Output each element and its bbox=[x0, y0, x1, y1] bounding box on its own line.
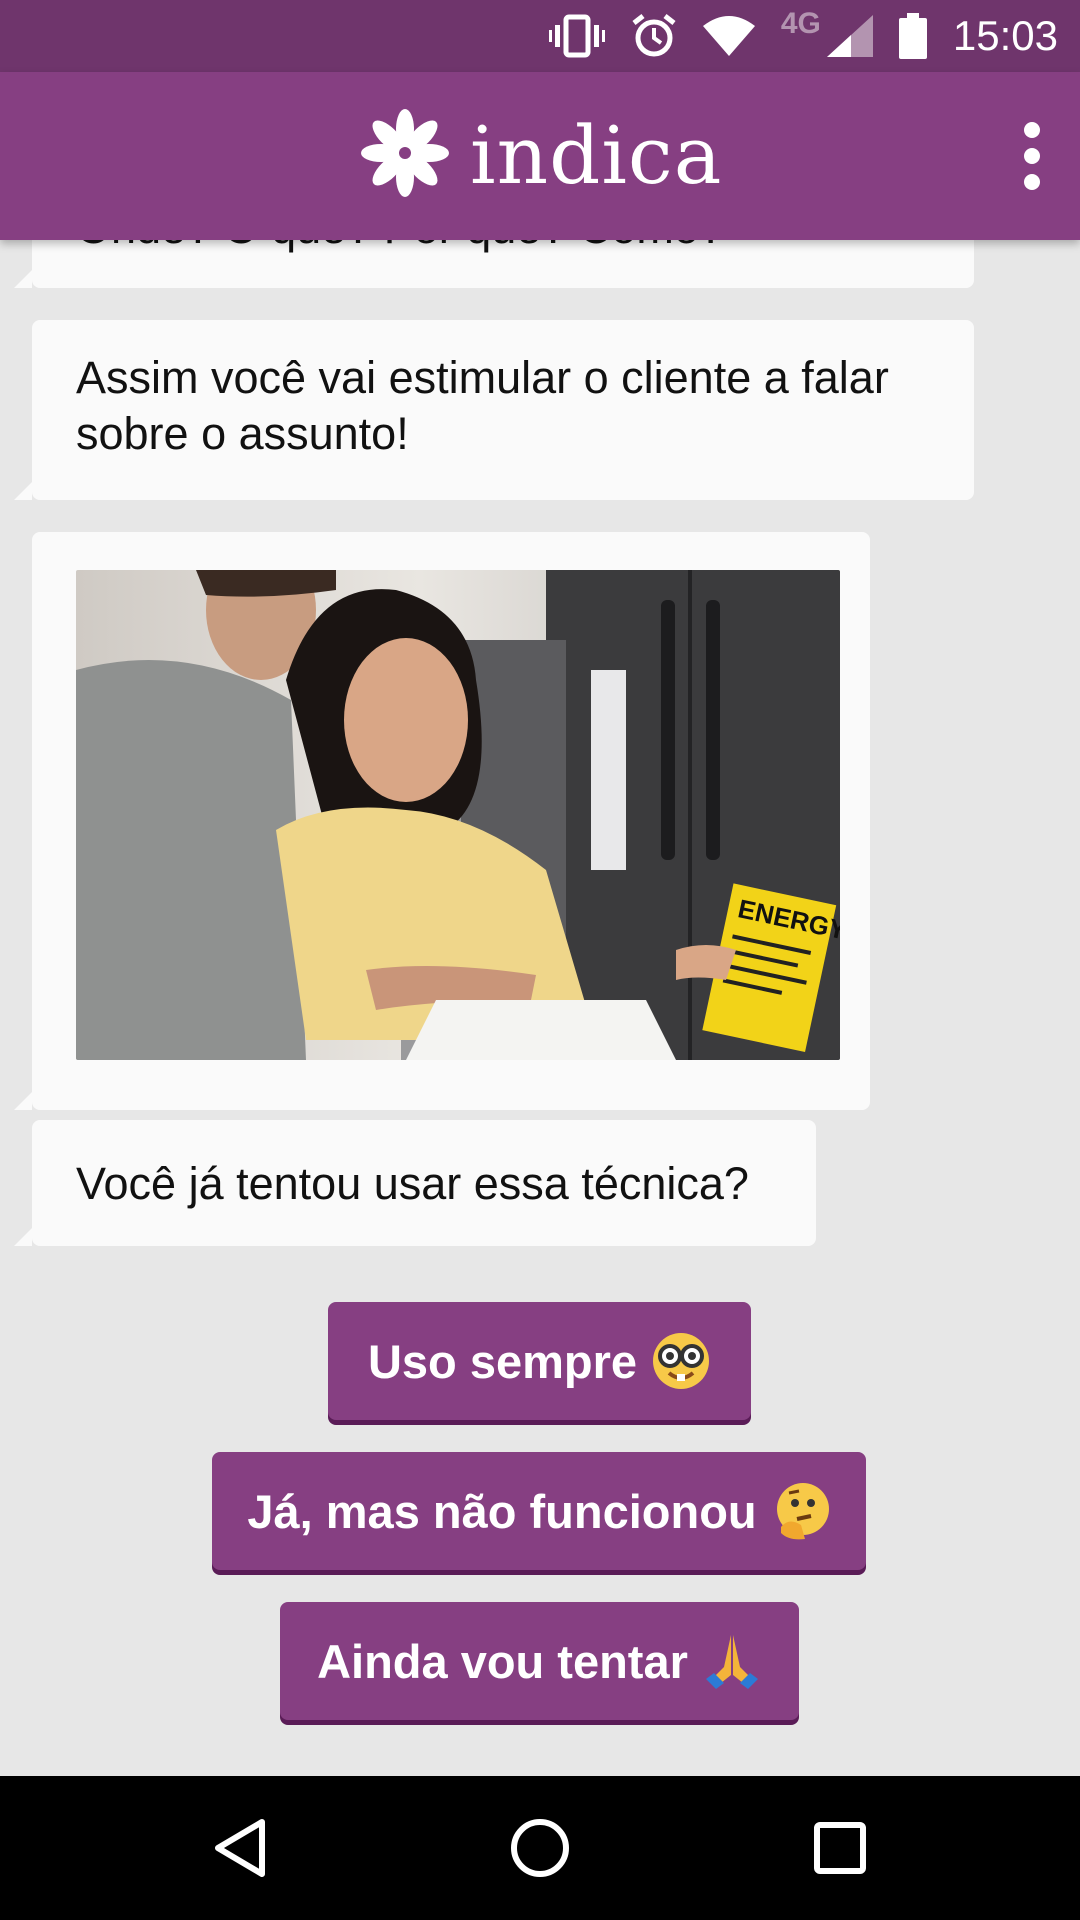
home-button[interactable] bbox=[460, 1776, 620, 1920]
navigation-bar bbox=[0, 1776, 1080, 1920]
alarm-icon bbox=[631, 13, 677, 59]
folded-hands-emoji-icon bbox=[702, 1631, 762, 1691]
recents-icon bbox=[814, 1822, 866, 1874]
chat-message-question: Você já tentou usar essa técnica? bbox=[14, 1120, 816, 1246]
message-text: Você já tentou usar essa técnica? bbox=[76, 1158, 749, 1209]
brand-name: indica bbox=[470, 108, 723, 202]
chat-message-2: Assim você vai estimular o cliente a fal… bbox=[14, 320, 974, 500]
quick-reply-uso-sempre[interactable]: Uso sempre bbox=[328, 1302, 751, 1420]
thinking-face-emoji-icon bbox=[771, 1481, 831, 1541]
recents-button[interactable] bbox=[760, 1776, 920, 1920]
home-icon bbox=[511, 1819, 569, 1877]
back-icon bbox=[215, 1819, 265, 1877]
vibrate-icon bbox=[548, 14, 605, 58]
message-text: Assim você vai estimular o cliente a fal… bbox=[76, 352, 889, 459]
brand-logo: indica bbox=[360, 108, 722, 203]
quick-reply-label: Ainda vou tentar bbox=[317, 1634, 688, 1688]
battery-icon bbox=[898, 13, 927, 59]
chat-message-image: ENERGY bbox=[14, 532, 870, 1110]
back-button[interactable] bbox=[160, 1776, 320, 1920]
nerd-face-emoji-icon bbox=[651, 1331, 711, 1391]
message-photo[interactable]: ENERGY bbox=[76, 570, 840, 1060]
overflow-menu-icon bbox=[1024, 122, 1040, 138]
signal-icon bbox=[826, 15, 873, 57]
chat-message-1: Onde? O quê? Por quê? Como? bbox=[14, 240, 974, 288]
status-icons: 4G 15:03 bbox=[548, 0, 1080, 72]
quick-reply-label: Já, mas não funcionou bbox=[247, 1484, 757, 1538]
asterisk-flower-logo-icon bbox=[360, 108, 450, 203]
network-type-label: 4G bbox=[780, 7, 821, 40]
status-bar: 4G 15:03 bbox=[0, 0, 1080, 72]
wifi-icon bbox=[702, 16, 755, 56]
chat-thread[interactable]: Onde? O quê? Por quê? Como? Assim você v… bbox=[0, 240, 1080, 1776]
app-bar: indica bbox=[0, 72, 1080, 240]
quick-reply-ainda-vou-tentar[interactable]: Ainda vou tentar bbox=[280, 1602, 799, 1720]
status-time: 15:03 bbox=[952, 12, 1058, 59]
quick-reply-label: Uso sempre bbox=[367, 1334, 638, 1388]
overflow-menu-button[interactable] bbox=[1004, 112, 1060, 200]
quick-reply-ja-mas-nao-funcionou[interactable]: Já, mas não funcionou bbox=[212, 1452, 866, 1570]
message-text: Onde? O quê? Por quê? Como? bbox=[76, 240, 944, 256]
